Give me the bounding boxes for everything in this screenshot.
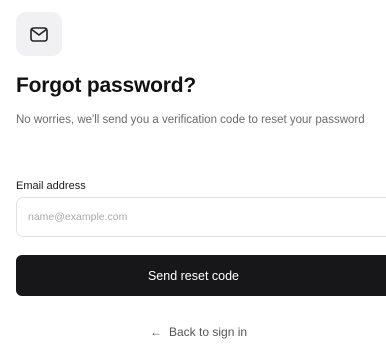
mail-icon — [30, 26, 48, 42]
back-to-sign-in-link[interactable]: ← Back to sign in — [150, 325, 247, 339]
arrow-left-icon: ← — [150, 325, 162, 339]
page-title: Forgot password? — [16, 74, 196, 97]
forgot-password-page: Forgot password? No worries, we'll send … — [0, 0, 386, 344]
back-to-sign-in-label: Back to sign in — [169, 325, 248, 339]
page-subtitle: No worries, we'll send you a verificatio… — [16, 114, 365, 126]
email-label: Email address — [16, 180, 86, 192]
send-reset-code-button[interactable]: Send reset code — [16, 255, 386, 296]
mail-icon-container — [16, 12, 62, 56]
email-field[interactable] — [16, 197, 386, 237]
